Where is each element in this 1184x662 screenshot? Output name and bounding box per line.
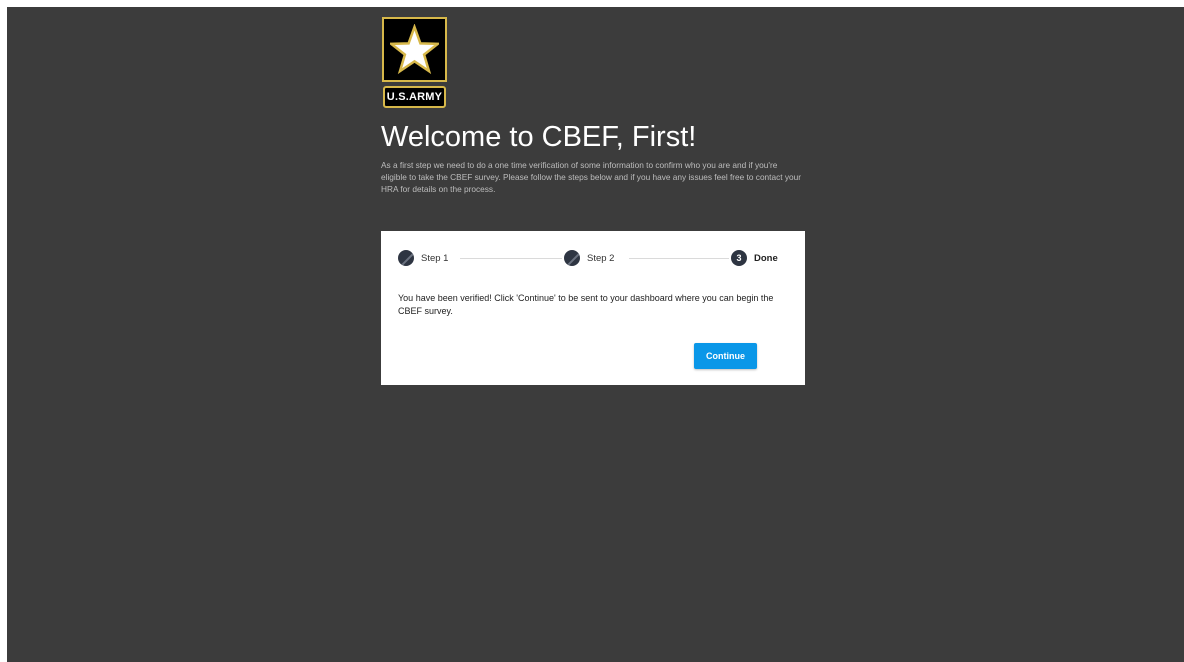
step-connector-2 (629, 258, 729, 259)
welcome-header: U.S.ARMY Welcome to CBEF, First! As a fi… (381, 17, 805, 195)
verification-message: You have been verified! Click 'Continue'… (398, 293, 774, 316)
step-3-number-icon: 3 (731, 250, 747, 266)
stepper: Step 1 Step 2 3 Done (398, 249, 778, 267)
verification-card: Step 1 Step 2 3 Done You have been verif… (381, 231, 805, 385)
step-2: Step 2 (564, 249, 614, 267)
intro-text: As a first step we need to do a one time… (381, 160, 801, 194)
step-1: Step 1 (398, 249, 448, 267)
step-done-label: Done (754, 252, 778, 264)
step-2-complete-icon (564, 250, 580, 266)
army-logo: U.S.ARMY (382, 17, 447, 110)
step-connector-1 (460, 258, 562, 259)
page-title: Welcome to CBEF, First! (381, 121, 697, 153)
army-star-icon (382, 17, 447, 82)
step-done: 3 Done (731, 249, 778, 267)
step-1-label: Step 1 (421, 252, 449, 264)
continue-button[interactable]: Continue (694, 343, 757, 369)
step-1-complete-icon (398, 250, 414, 266)
step-2-label: Step 2 (587, 252, 615, 264)
army-logo-text: U.S.ARMY (383, 86, 446, 108)
